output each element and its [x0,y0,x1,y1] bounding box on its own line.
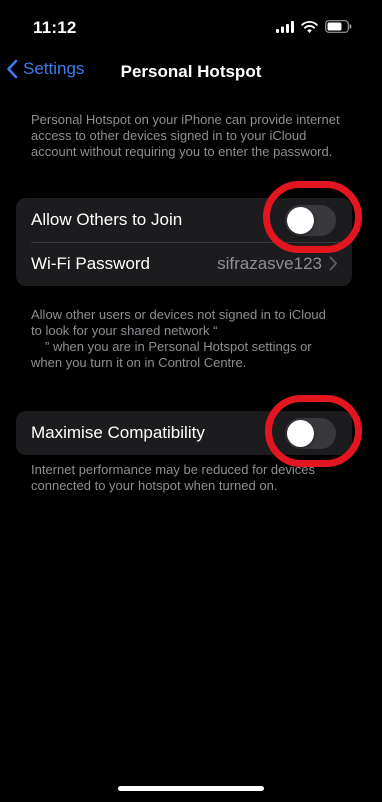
status-bar: 11:12 [0,0,382,50]
annotation-circle [263,181,362,253]
wifi-password-label: Wi-Fi Password [31,254,151,273]
home-indicator[interactable] [118,786,264,791]
wifi-icon [301,20,318,33]
note-line: to look for your shared network “ [31,323,218,338]
note-line: Allow other users or devices not signed … [31,307,326,322]
intro-note: Personal Hotspot on your iPhone can prov… [31,112,340,159]
chevron-right-icon [329,256,337,271]
annotation-circle [265,395,362,467]
note-line: when you turn it on in Control Centre. [31,355,247,370]
allow-others-note: Allow other users or devices not signed … [31,307,343,371]
cellular-signal-icon [276,20,294,33]
battery-icon [325,20,352,33]
wifi-password-value: sifrazasve123 [217,254,322,273]
status-icons [276,20,352,33]
maximise-compatibility-label: Maximise Compatibility [31,423,205,442]
allow-others-label: Allow Others to Join [31,210,183,229]
note-line: ” when you are in Personal Hotspot setti… [45,339,312,354]
page-title: Personal Hotspot [120,62,262,81]
status-time: 11:12 [33,18,77,37]
navigation-bar: Settings Personal Hotspot [0,50,382,94]
